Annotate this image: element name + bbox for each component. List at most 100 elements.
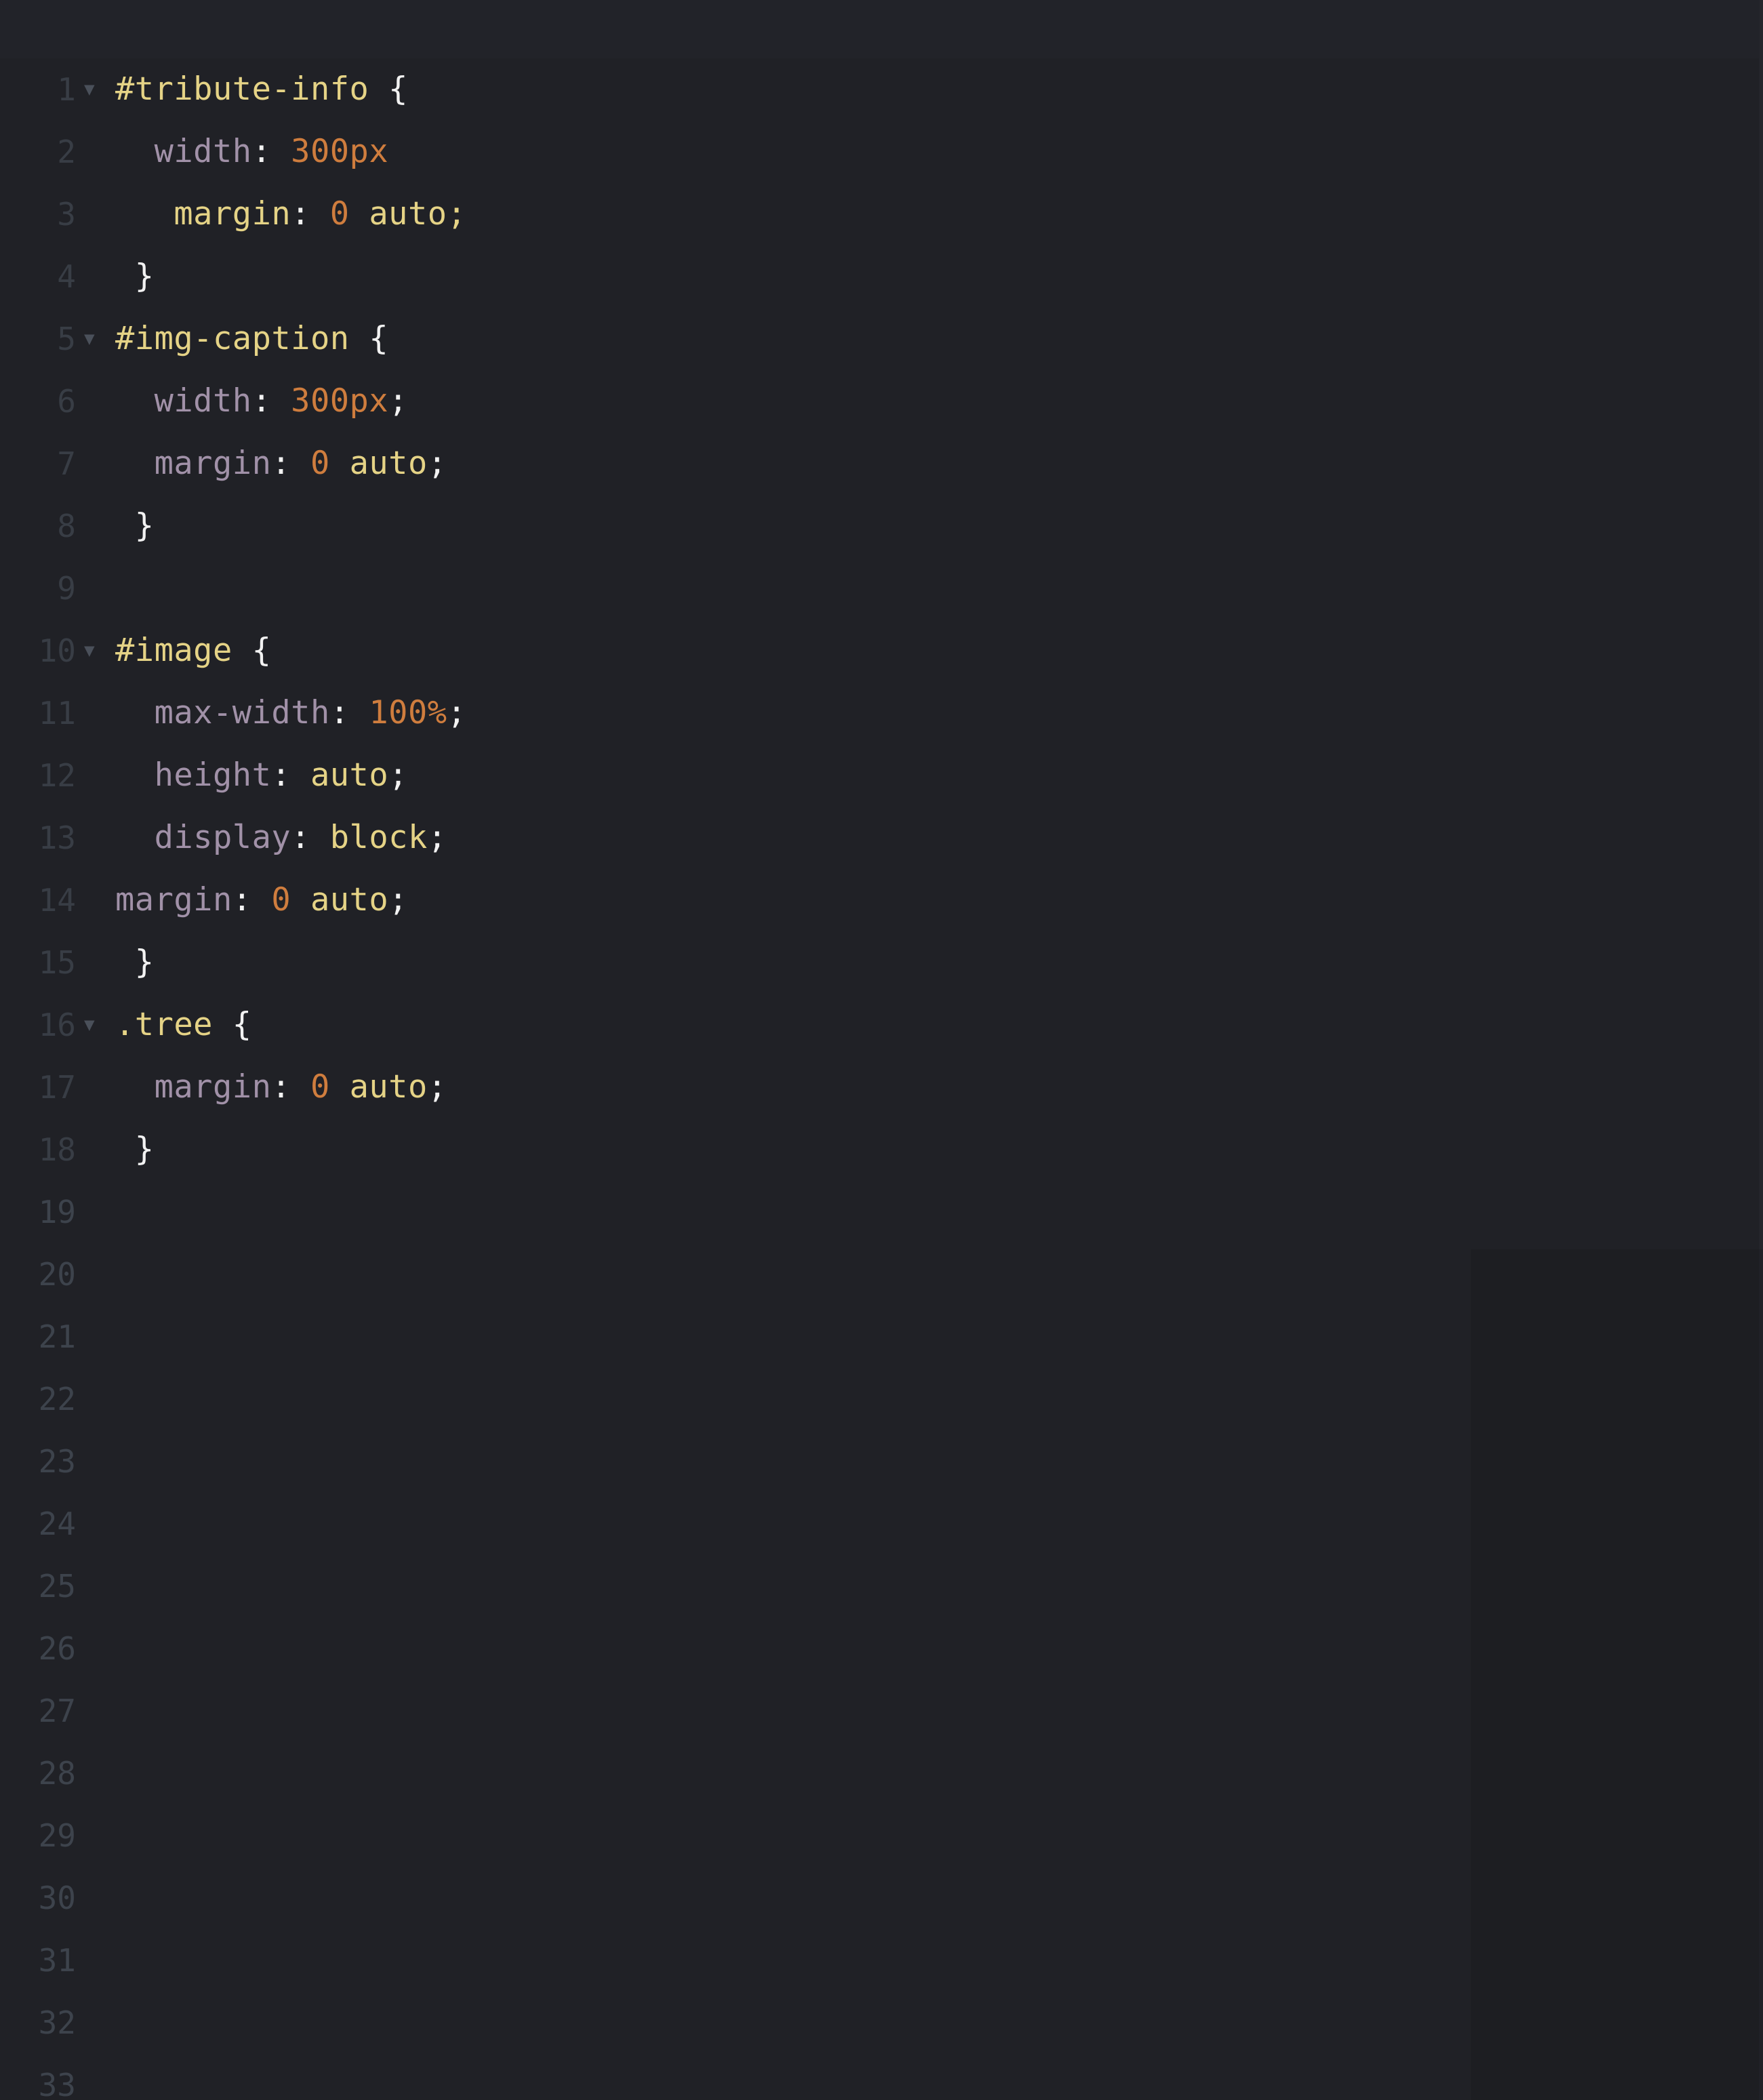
code-line[interactable]: 6 width: 300px; <box>0 370 1763 432</box>
code-line[interactable]: 28 <box>0 1742 1763 1804</box>
code-token: ; <box>388 756 408 794</box>
code-token: ; <box>388 881 408 918</box>
code-token: 0 <box>310 1068 330 1106</box>
line-number: 7 <box>57 445 76 482</box>
code-line-text[interactable]: } <box>115 1118 155 1181</box>
code-line-text[interactable]: } <box>115 245 155 308</box>
line-number: 18 <box>38 1131 76 1168</box>
line-number: 12 <box>38 757 76 794</box>
code-token: 0 <box>271 881 291 918</box>
code-token: auto <box>310 756 389 794</box>
code-line-text[interactable]: #tribute-info { <box>115 58 408 121</box>
code-line[interactable]: 8 } <box>0 495 1763 557</box>
line-number: 24 <box>38 1506 76 1542</box>
code-token: auto <box>369 195 447 233</box>
code-line[interactable]: 22 <box>0 1368 1763 1430</box>
code-line-text[interactable]: margin: 0 auto; <box>115 183 466 245</box>
code-line-text[interactable]: width: 300px; <box>115 370 408 432</box>
code-line[interactable]: 18 } <box>0 1118 1763 1181</box>
code-line[interactable]: 1 ▼ #tribute-info { <box>0 58 1763 121</box>
line-number: 27 <box>38 1693 76 1729</box>
code-line[interactable]: 26 <box>0 1617 1763 1680</box>
code-line[interactable]: 2 width: 300px <box>0 121 1763 183</box>
code-line[interactable]: 5 ▼ #img-caption { <box>0 308 1763 370</box>
code-token: ; <box>388 382 408 420</box>
code-token: : <box>232 881 252 918</box>
code-line[interactable]: 3 margin: 0 auto; <box>0 183 1763 245</box>
line-number: 20 <box>38 1256 76 1293</box>
code-line-text[interactable]: height: auto; <box>115 744 408 807</box>
code-token: : <box>251 133 272 170</box>
code-line-text[interactable]: .tree { <box>115 994 252 1056</box>
code-line-text[interactable]: margin: 0 auto; <box>115 432 447 495</box>
code-editor[interactable]: 1 ▼ #tribute-info {2 width: 300px 3 margin:… <box>0 0 1763 2100</box>
line-number: 21 <box>38 1318 76 1355</box>
code-lines-container[interactable]: 1 ▼ #tribute-info {2 width: 300px 3 margin:… <box>0 58 1763 2100</box>
code-line-text[interactable]: width: 300px <box>115 121 388 183</box>
fold-collapse-icon[interactable]: ▼ <box>84 620 107 682</box>
code-line[interactable]: 20 <box>0 1243 1763 1306</box>
code-token: : <box>329 694 350 731</box>
code-line[interactable]: 4 } <box>0 245 1763 308</box>
code-line[interactable]: 30 <box>0 1867 1763 1929</box>
line-number: 1 <box>57 71 76 108</box>
code-token: margin <box>115 881 232 918</box>
code-line-text[interactable]: } <box>115 931 155 994</box>
code-line[interactable]: 15 } <box>0 931 1763 994</box>
code-token: } <box>134 1131 155 1168</box>
code-line[interactable]: 25 <box>0 1555 1763 1617</box>
code-line[interactable]: 11 max-width: 100%; <box>0 682 1763 744</box>
code-line[interactable]: 32 <box>0 1992 1763 2054</box>
code-token: : <box>271 756 291 794</box>
code-line-text[interactable]: margin: 0 auto; <box>115 869 408 931</box>
code-line[interactable]: 31 <box>0 1929 1763 1992</box>
code-line[interactable]: 14 margin: 0 auto; <box>0 869 1763 931</box>
fold-collapse-icon[interactable]: ▼ <box>84 994 107 1056</box>
code-line[interactable]: 21 <box>0 1306 1763 1368</box>
code-token: 300px <box>291 133 389 170</box>
code-line-text[interactable]: display: block; <box>115 807 447 869</box>
code-token: } <box>134 258 155 295</box>
code-line[interactable]: 13 display: block; <box>0 807 1763 869</box>
code-line-text[interactable]: #image { <box>115 620 271 682</box>
fold-collapse-icon[interactable]: ▼ <box>84 58 107 121</box>
code-line[interactable]: 23 <box>0 1430 1763 1493</box>
code-line-text[interactable]: #img-caption { <box>115 308 388 370</box>
code-line-text[interactable]: max-width: 100%; <box>115 682 466 744</box>
code-line[interactable]: 10 ▼ #image { <box>0 620 1763 682</box>
line-number: 15 <box>38 944 76 981</box>
code-token: auto <box>349 445 428 482</box>
fold-collapse-icon[interactable]: ▼ <box>84 308 107 370</box>
code-line[interactable]: 17 margin: 0 auto; <box>0 1056 1763 1118</box>
code-token: { <box>388 70 408 108</box>
code-line[interactable]: 7 margin: 0 auto; <box>0 432 1763 495</box>
line-number: 32 <box>38 2004 76 2041</box>
code-line-text[interactable]: margin: 0 auto; <box>115 1056 447 1118</box>
code-line[interactable]: 29 <box>0 1804 1763 1867</box>
code-line-text[interactable]: } <box>115 495 155 557</box>
code-line[interactable]: 33 <box>0 2054 1763 2100</box>
code-line[interactable]: 16 ▼ .tree { <box>0 994 1763 1056</box>
code-token: ; <box>427 445 447 482</box>
code-line[interactable]: 9 <box>0 557 1763 620</box>
code-token: auto <box>349 1068 428 1106</box>
code-line[interactable]: 12 height: auto; <box>0 744 1763 807</box>
line-number: 30 <box>38 1880 76 1916</box>
code-line[interactable]: 19 <box>0 1181 1763 1243</box>
code-line[interactable]: 24 <box>0 1493 1763 1555</box>
line-number: 14 <box>38 882 76 918</box>
line-number: 10 <box>38 632 76 669</box>
code-line[interactable]: 27 <box>0 1680 1763 1742</box>
code-token: 100% <box>369 694 447 731</box>
line-number: 9 <box>57 570 76 607</box>
code-token: ; <box>427 819 447 856</box>
